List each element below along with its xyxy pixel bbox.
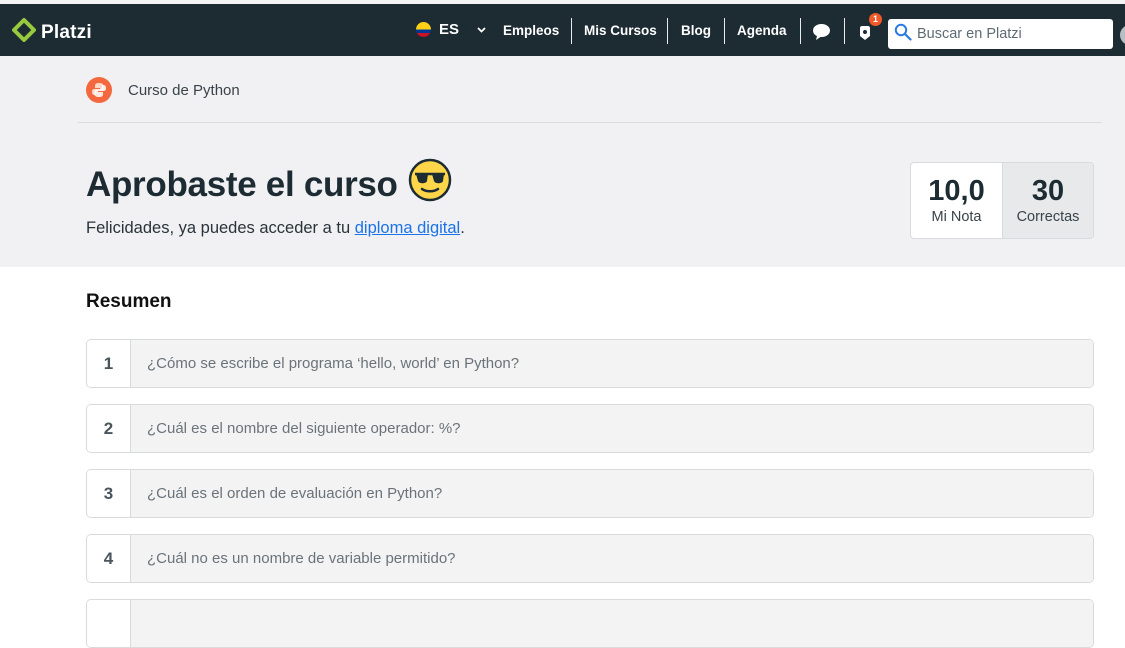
nav-mis-cursos[interactable]: Mis Cursos [584, 19, 657, 43]
nav-blog[interactable]: Blog [681, 19, 711, 43]
grade-label: Mi Nota [931, 209, 982, 225]
platzi-logo[interactable]: Platzi [12, 18, 92, 47]
nav-divider [844, 18, 845, 44]
correct-cell: 30 Correctas [1002, 163, 1093, 238]
top-navigation-bar: Platzi ES Empleos Mis Cursos Blog Agenda… [0, 0, 1125, 56]
user-avatar[interactable] [1120, 25, 1125, 45]
question-text: ¿Cuál es el orden de evaluación en Pytho… [131, 470, 1093, 517]
question-text: ¿Cuál es el nombre del siguiente operado… [131, 405, 1093, 452]
question-text: ¿Cómo se escribe el programa ‘hello, wor… [131, 340, 1093, 387]
summary-title: Resumen [86, 291, 172, 312]
page-title: Aprobaste el curso [86, 158, 452, 211]
notification-count-badge: 1 [869, 13, 882, 26]
question-row[interactable] [86, 599, 1094, 648]
platzi-logo-text: Platzi [41, 21, 92, 43]
subtitle-suffix: . [460, 219, 465, 237]
notifications-icon[interactable] [857, 25, 873, 46]
breadcrumb[interactable]: Curso de Python [86, 77, 240, 103]
question-number: 2 [87, 405, 131, 452]
congratulations-text: Felicidades, ya puedes acceder a tu dipl… [86, 219, 465, 238]
question-row[interactable]: 1 ¿Cómo se escribe el programa ‘hello, w… [86, 339, 1094, 388]
question-number [87, 600, 131, 647]
divider [78, 122, 1102, 123]
language-selector[interactable]: ES [416, 21, 486, 38]
question-number: 4 [87, 535, 131, 582]
search-box[interactable] [888, 19, 1113, 49]
nav-divider [571, 18, 572, 44]
question-number: 1 [87, 340, 131, 387]
page-title-text: Aprobaste el curso [86, 164, 398, 204]
language-code: ES [439, 21, 460, 38]
grade-value: 10,0 [928, 175, 985, 207]
question-row[interactable]: 2 ¿Cuál es el nombre del siguiente opera… [86, 404, 1094, 453]
python-badge-icon [86, 77, 112, 103]
nav-agenda[interactable]: Agenda [737, 19, 787, 43]
platzi-logo-icon [12, 18, 36, 47]
course-name: Curso de Python [128, 81, 240, 99]
score-card: 10,0 Mi Nota 30 Correctas [910, 162, 1094, 239]
correct-value: 30 [1031, 175, 1065, 207]
chat-bubble-icon[interactable] [812, 23, 831, 46]
grade-cell: 10,0 Mi Nota [911, 163, 1002, 238]
nav-empleos[interactable]: Empleos [503, 19, 559, 43]
search-icon [894, 23, 912, 46]
sunglasses-emoji-icon [408, 158, 452, 211]
nav-divider [800, 18, 801, 44]
nav-divider [667, 18, 668, 44]
nav-divider [724, 18, 725, 44]
question-number: 3 [87, 470, 131, 517]
subtitle-prefix: Felicidades, ya puedes acceder a tu [86, 219, 355, 237]
diploma-link[interactable]: diploma digital [355, 219, 460, 237]
question-row[interactable]: 4 ¿Cuál no es un nombre de variable perm… [86, 534, 1094, 583]
search-input[interactable] [917, 26, 1107, 42]
question-row[interactable]: 3 ¿Cuál es el orden de evaluación en Pyt… [86, 469, 1094, 518]
colombia-flag-icon [416, 22, 431, 37]
chevron-down-icon [477, 24, 486, 36]
question-text [131, 600, 1093, 647]
correct-label: Correctas [1016, 209, 1080, 225]
question-text: ¿Cuál no es un nombre de variable permit… [131, 535, 1093, 582]
